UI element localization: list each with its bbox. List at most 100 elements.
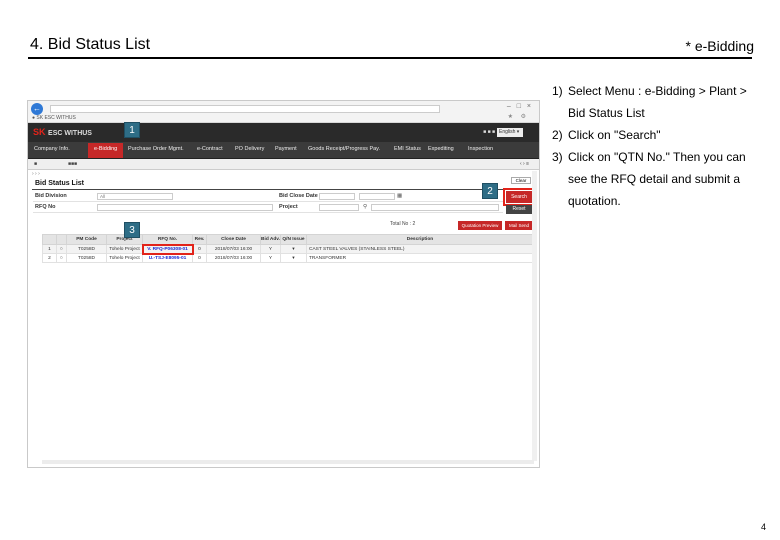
screenshot-panel: ← ● SK ESC WITHUS – □ × ★ ⚙ SK ESC WITHU… <box>27 100 540 468</box>
bid-close-date-label: Bid Close Date <box>279 193 318 199</box>
instructions: 1) Select Menu : e-Bidding > Plant > Bid… <box>552 80 762 212</box>
table-row[interactable]: 2 ○ T0258D Tohelo Project U.-TSJ-E8095-0… <box>42 253 534 263</box>
pm-code: T0258D <box>66 244 107 254</box>
bid-adv: Y <box>260 253 281 263</box>
brand-mark: SK <box>33 127 46 137</box>
col-pm-code: PM Code <box>66 234 107 245</box>
browser-tools-icon[interactable]: ★ ⚙ <box>508 113 529 120</box>
menu-payment[interactable]: Payment <box>275 146 297 152</box>
project: Tohelo Project <box>106 244 143 254</box>
quotation-preview-button[interactable]: Quotation Preview <box>458 221 502 230</box>
instruction-number: 3) <box>552 150 563 164</box>
filter-panel: Bid Division All Bid Close Date ▦ RFQ No… <box>33 191 503 213</box>
col-check <box>56 234 67 245</box>
row-no: 2 <box>42 253 57 263</box>
tab-nav-icon[interactable]: ‹ › ≡ <box>520 161 529 167</box>
col-close-date: Close Date <box>206 234 261 245</box>
qtn-no-link[interactable]: U.-TSJ-E8095-01 <box>142 253 193 263</box>
col-rev: Rev. <box>192 234 207 245</box>
page-number: 4 <box>760 522 766 532</box>
instruction-step-3: 3) Click on "QTN No." Then you can see t… <box>552 146 762 212</box>
step-marker-1: 1 <box>124 122 140 138</box>
rev: 0 <box>192 253 207 263</box>
menu-company-info[interactable]: Company Info. <box>34 146 70 152</box>
brand-logo: SK ESC WITHUS <box>33 127 92 137</box>
instruction-step-1: 1) Select Menu : e-Bidding > Plant > Bid… <box>552 80 762 124</box>
window-controls-icon[interactable]: – □ × <box>507 103 533 110</box>
menu-goods-receipt[interactable]: Goods Receipt/Progress Pay. <box>308 146 380 152</box>
qtn-no-link[interactable]: V. RFQ-P06308-01 <box>141 243 194 255</box>
col-rfq-no: RFQ No. <box>142 234 193 245</box>
row-no: 1 <box>42 244 57 254</box>
menu-inspection[interactable]: Inspection <box>468 146 493 152</box>
slide-title: 4. Bid Status List <box>30 36 151 53</box>
instruction-text: Click on "Search" <box>568 128 661 142</box>
horizontal-scrollbar[interactable] <box>42 460 534 464</box>
tab-home-icon[interactable]: ■ <box>34 161 37 167</box>
row-check[interactable]: ○ <box>56 244 67 254</box>
description: CAST STEEL VALVES (STAINLESS STEEL) <box>306 244 534 254</box>
description: TRANSFORMER <box>306 253 534 263</box>
heading-divider <box>32 189 534 190</box>
mail-send-button[interactable]: Mail Send <box>505 221 533 230</box>
page-title: Bid Status List <box>35 180 85 187</box>
filter-row: RFQ No Project ⚲ <box>33 202 503 213</box>
col-bid-adv: Bid Adv. <box>260 234 281 245</box>
app-header: SK ESC WITHUS ■ ■ ■ English ▾ <box>28 123 539 142</box>
filter-row: Bid Division All Bid Close Date ▦ <box>33 191 503 202</box>
col-no <box>42 234 57 245</box>
menu-po-delivery[interactable]: PO Delivery <box>235 146 264 152</box>
table-row[interactable]: 1 ○ T0258D Tohelo Project V. RFQ-P06308-… <box>42 243 534 255</box>
main-menu: Company Info. e-Bidding Purchase Order M… <box>28 142 539 159</box>
rfq-no-label: RFQ No <box>35 204 56 210</box>
language-select[interactable]: English ▾ <box>497 128 523 137</box>
reset-button[interactable]: Reset <box>506 205 532 214</box>
project-lookup-icon[interactable]: ⚲ <box>363 204 367 210</box>
qn-issue-icon: ▾ <box>280 253 307 263</box>
bid-close-date-to[interactable] <box>359 193 395 200</box>
close-date: 2018/07/03 16:00 <box>206 253 261 263</box>
search-button[interactable]: Search <box>503 188 535 206</box>
calendar-icon[interactable]: ▦ <box>397 193 402 199</box>
instruction-text: Click on "QTN No." Then you can see the … <box>568 150 746 208</box>
row-check[interactable]: ○ <box>56 253 67 263</box>
menu-e-contract[interactable]: e-Contract <box>197 146 223 152</box>
rev: 0 <box>192 244 207 254</box>
step-marker-3: 3 <box>124 222 140 238</box>
instruction-step-2: 2) Click on "Search" <box>552 124 762 146</box>
total-count: Total No : 2 <box>390 221 416 227</box>
col-qn-issue: Q/N Issue <box>280 234 307 245</box>
table-header-row: PM Code Project RFQ No. Rev. Close Date … <box>42 234 534 245</box>
step-marker-2: 2 <box>482 183 498 199</box>
col-description: Description <box>306 234 534 245</box>
bid-close-date-from[interactable] <box>319 193 355 200</box>
tab-bid-status-list[interactable]: ■■■ <box>68 161 77 167</box>
close-date: 2018/07/03 16:00 <box>206 244 261 254</box>
bid-division-select[interactable]: All <box>97 193 173 200</box>
breadcrumb: › › › <box>32 171 40 177</box>
address-bar[interactable] <box>50 105 440 113</box>
menu-purchase-order[interactable]: Purchase Order Mgmt. <box>128 146 184 152</box>
project: Tohelo Project <box>106 253 143 263</box>
instruction-text: Select Menu : e-Bidding > Plant > Bid St… <box>568 84 747 120</box>
back-icon[interactable]: ← <box>31 103 43 115</box>
project-name-input[interactable] <box>371 204 499 211</box>
vertical-scrollbar[interactable] <box>532 171 537 461</box>
bid-status-table: PM Code Project RFQ No. Rev. Close Date … <box>42 234 534 263</box>
rfq-no-input[interactable] <box>97 204 273 211</box>
menu-e-bidding[interactable]: e-Bidding <box>88 143 124 158</box>
clear-button[interactable]: Clear <box>511 177 531 184</box>
section-tag: * e-Bidding <box>685 38 755 54</box>
browser-bar: ← ● SK ESC WITHUS – □ × ★ ⚙ <box>28 101 539 123</box>
pm-code: T0258D <box>66 253 107 263</box>
menu-emi-status[interactable]: EMI Status <box>394 146 421 152</box>
title-divider <box>28 57 752 59</box>
menu-expediting[interactable]: Expediting <box>428 146 454 152</box>
project-input[interactable] <box>319 204 359 211</box>
instruction-number: 2) <box>552 128 563 142</box>
browser-tab[interactable]: ● SK ESC WITHUS <box>32 115 76 121</box>
instruction-number: 1) <box>552 84 563 98</box>
brand-suffix: ESC WITHUS <box>48 130 92 137</box>
user-info: ■ ■ ■ <box>483 129 495 135</box>
qn-issue-icon: ▾ <box>280 244 307 254</box>
